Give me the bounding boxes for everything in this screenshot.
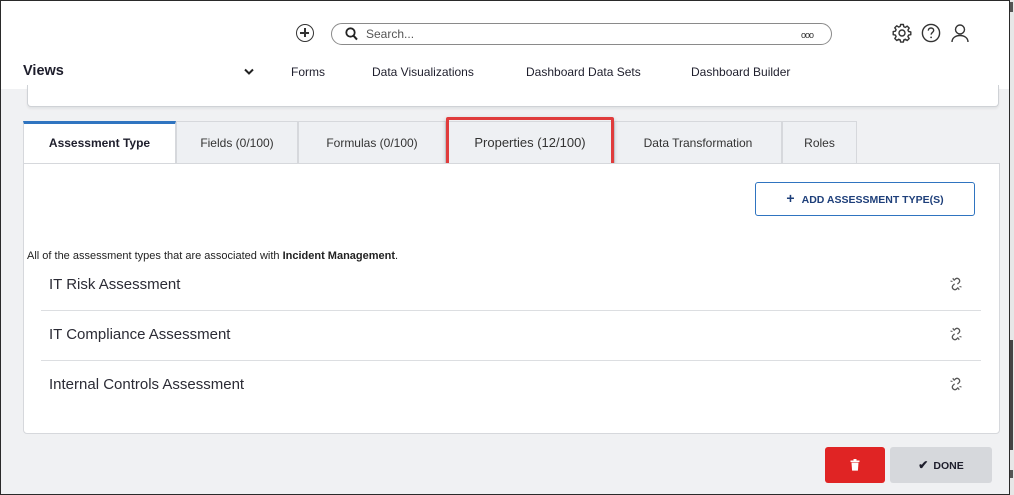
search-options-icon[interactable]: ooo xyxy=(801,30,814,40)
add-circle-icon[interactable] xyxy=(296,24,314,42)
plus-icon: + xyxy=(786,190,795,206)
done-button[interactable]: ✔ DONE xyxy=(890,447,992,483)
unlink-icon[interactable] xyxy=(949,327,963,341)
help-icon[interactable] xyxy=(921,23,941,43)
chevron-down-icon[interactable] xyxy=(244,68,254,76)
list-item: IT Compliance Assessment xyxy=(41,311,981,361)
nav-item-data-visualizations[interactable]: Data Visualizations xyxy=(372,65,474,79)
assessment-type-panel: + ADD ASSESSMENT TYPE(S) All of the asses… xyxy=(23,163,1000,434)
add-assessment-types-label: ADD ASSESSMENT TYPE(S) xyxy=(801,194,944,206)
tab-fields[interactable]: Fields (0/100) xyxy=(176,121,298,163)
app-window: ooo Views Forms Data Visualizations Dash… xyxy=(0,0,1010,495)
done-label: DONE xyxy=(933,460,964,472)
scrollbar-thumb[interactable] xyxy=(1010,340,1013,450)
tab-data-transformation[interactable]: Data Transformation xyxy=(614,121,782,163)
unlink-icon[interactable] xyxy=(949,377,963,391)
checkmark-icon: ✔ xyxy=(918,458,929,472)
tab-assessment-type[interactable]: Assessment Type xyxy=(23,121,176,165)
search-icon xyxy=(345,27,358,41)
user-icon[interactable] xyxy=(950,23,970,43)
unlink-icon[interactable] xyxy=(949,277,963,291)
search-input[interactable] xyxy=(366,26,766,42)
list-item-label: IT Compliance Assessment xyxy=(49,326,231,343)
settings-icon[interactable] xyxy=(892,23,912,43)
search-bar[interactable]: ooo xyxy=(331,23,832,45)
list-item: Internal Controls Assessment xyxy=(41,361,981,411)
trash-icon xyxy=(850,459,860,471)
tab-formulas[interactable]: Formulas (0/100) xyxy=(298,121,446,163)
tab-roles[interactable]: Roles xyxy=(782,121,857,163)
nav-item-dashboard-builder[interactable]: Dashboard Builder xyxy=(691,65,790,79)
nav-item-forms[interactable]: Forms xyxy=(291,65,325,79)
nav-item-dashboard-data-sets[interactable]: Dashboard Data Sets xyxy=(526,65,641,79)
add-assessment-types-button[interactable]: + ADD ASSESSMENT TYPE(S) xyxy=(755,182,975,216)
top-bar: ooo xyxy=(1,1,1009,59)
list-item: IT Risk Assessment xyxy=(41,261,981,311)
previous-panel xyxy=(27,85,999,107)
delete-button[interactable] xyxy=(825,447,885,483)
list-item-label: Internal Controls Assessment xyxy=(49,376,245,393)
list-item-label: IT Risk Assessment xyxy=(49,276,181,293)
window-scrollbar[interactable] xyxy=(1010,0,1014,495)
views-dropdown-label[interactable]: Views xyxy=(23,63,64,79)
